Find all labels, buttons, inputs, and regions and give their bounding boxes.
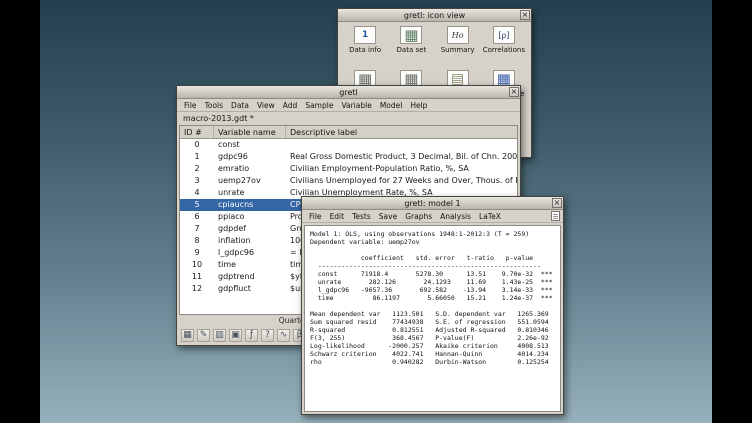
icon-item-correlations[interactable]: [ρ] Correlations [481,26,527,62]
icon-item-data-set[interactable]: ▦ Data set [388,26,434,62]
model-menu-latex[interactable]: LaTeX [475,212,505,221]
model-window: gretl: model 1 × File Edit Tests Save Gr… [301,196,564,415]
icon-label-data-set: Data set [397,46,427,54]
model-menu-tests[interactable]: Tests [348,212,375,221]
table-row[interactable]: 2 emratio Civilian Employment-Population… [180,163,517,175]
dataset-label: macro-2013.gdt * [177,112,520,125]
row-variable-name: emratio [214,163,286,175]
row-variable-name: time [214,259,286,271]
row-variable-name: unrate [214,187,286,199]
row-id: 12 [180,283,214,295]
console-icon[interactable]: ▥ [213,329,226,342]
row-id: 3 [180,175,214,187]
close-icon[interactable]: × [520,10,530,20]
main-menubar: File Tools Data View Add Sample Variable… [177,99,520,112]
row-variable-name: gdpdef [214,223,286,235]
row-variable-name: const [214,139,286,151]
table-row[interactable]: 3 uemp27ov Civilians Unemployed for 27 W… [180,175,517,187]
menu-sample[interactable]: Sample [301,101,337,110]
row-descriptive-label [286,139,517,151]
column-header-variable-name[interactable]: Variable name [214,126,286,138]
column-header-id[interactable]: ID # [180,126,214,138]
row-descriptive-label: Real Gross Domestic Product, 3 Decimal, … [286,151,517,163]
document-icon[interactable] [551,211,560,221]
column-header-descriptive-label[interactable]: Descriptive label [286,126,517,138]
row-id: 10 [180,259,214,271]
row-descriptive-label: Civilians Unemployed for 27 Weeks and Ov… [286,175,517,187]
icon-item-summary[interactable]: Ho Summary [435,26,481,62]
row-variable-name: cpiaucns [214,199,286,211]
row-variable-name: l_gdpc96 [214,247,286,259]
graph-icon[interactable]: ∿ [277,329,290,342]
icon-item-data-info[interactable]: 1 Data info [342,26,388,62]
row-id: 5 [180,199,214,211]
row-variable-name: gdpfluct [214,283,286,295]
row-variable-name: uemp27ov [214,175,286,187]
row-variable-name: inflation [214,235,286,247]
model-menu-file[interactable]: File [305,212,326,221]
icon-view-title: gretl: icon view [404,9,465,22]
menu-data[interactable]: Data [227,101,253,110]
icon-view-titlebar[interactable]: gretl: icon view × [338,9,531,22]
menu-help[interactable]: Help [406,101,431,110]
session-icon-view-icon[interactable]: ▣ [229,329,242,342]
desktop: gretl: icon view × 1 Data info ▦ Data se… [0,0,752,423]
icon-label-data-info: Data info [349,46,381,54]
correlations-icon: [ρ] [493,26,515,44]
icon-label-correlations: Correlations [483,46,525,54]
table-row[interactable]: 0 const [180,139,517,151]
row-descriptive-label: Civilian Employment-Population Ratio, %,… [286,163,517,175]
model-menu-graphs[interactable]: Graphs [401,212,436,221]
menu-model[interactable]: Model [376,101,407,110]
main-title: gretl [339,86,357,99]
menu-file[interactable]: File [180,101,201,110]
model-output-text: Model 1: OLS, using observations 1948:1-… [305,226,560,370]
calculator-icon[interactable]: ▦ [181,329,194,342]
data-info-icon: 1 [354,26,376,44]
row-id: 2 [180,163,214,175]
table-header: ID # Variable name Descriptive label [180,126,517,139]
model-menubar: File Edit Tests Save Graphs Analysis LaT… [302,210,563,223]
model-output-area: Model 1: OLS, using observations 1948:1-… [304,225,561,412]
row-variable-name: ppiaco [214,211,286,223]
menu-add[interactable]: Add [279,101,302,110]
summary-icon: Ho [447,26,469,44]
row-id: 7 [180,223,214,235]
model-menu-analysis[interactable]: Analysis [436,212,475,221]
menu-variable[interactable]: Variable [337,101,375,110]
row-id: 9 [180,247,214,259]
menu-tools[interactable]: Tools [201,101,227,110]
menu-view[interactable]: View [253,101,279,110]
model-menu-save[interactable]: Save [375,212,401,221]
main-titlebar[interactable]: gretl × [177,86,520,99]
table-row[interactable]: 1 gdpc96 Real Gross Domestic Product, 3 … [180,151,517,163]
row-variable-name: gdpc96 [214,151,286,163]
row-id: 8 [180,235,214,247]
function-packages-icon[interactable]: ƒ [245,329,258,342]
close-icon[interactable]: × [509,87,519,97]
row-id: 4 [180,187,214,199]
data-set-icon: ▦ [400,26,422,44]
row-id: 6 [180,211,214,223]
row-id: 11 [180,271,214,283]
new-script-icon[interactable]: ✎ [197,329,210,342]
model-titlebar[interactable]: gretl: model 1 × [302,197,563,210]
row-id: 0 [180,139,214,151]
command-reference-icon[interactable]: ? [261,329,274,342]
model-title: gretl: model 1 [404,197,460,210]
close-icon[interactable]: × [552,198,562,208]
row-id: 1 [180,151,214,163]
icon-label-summary: Summary [441,46,475,54]
model-menu-edit[interactable]: Edit [326,212,349,221]
row-variable-name: gdptrend [214,271,286,283]
